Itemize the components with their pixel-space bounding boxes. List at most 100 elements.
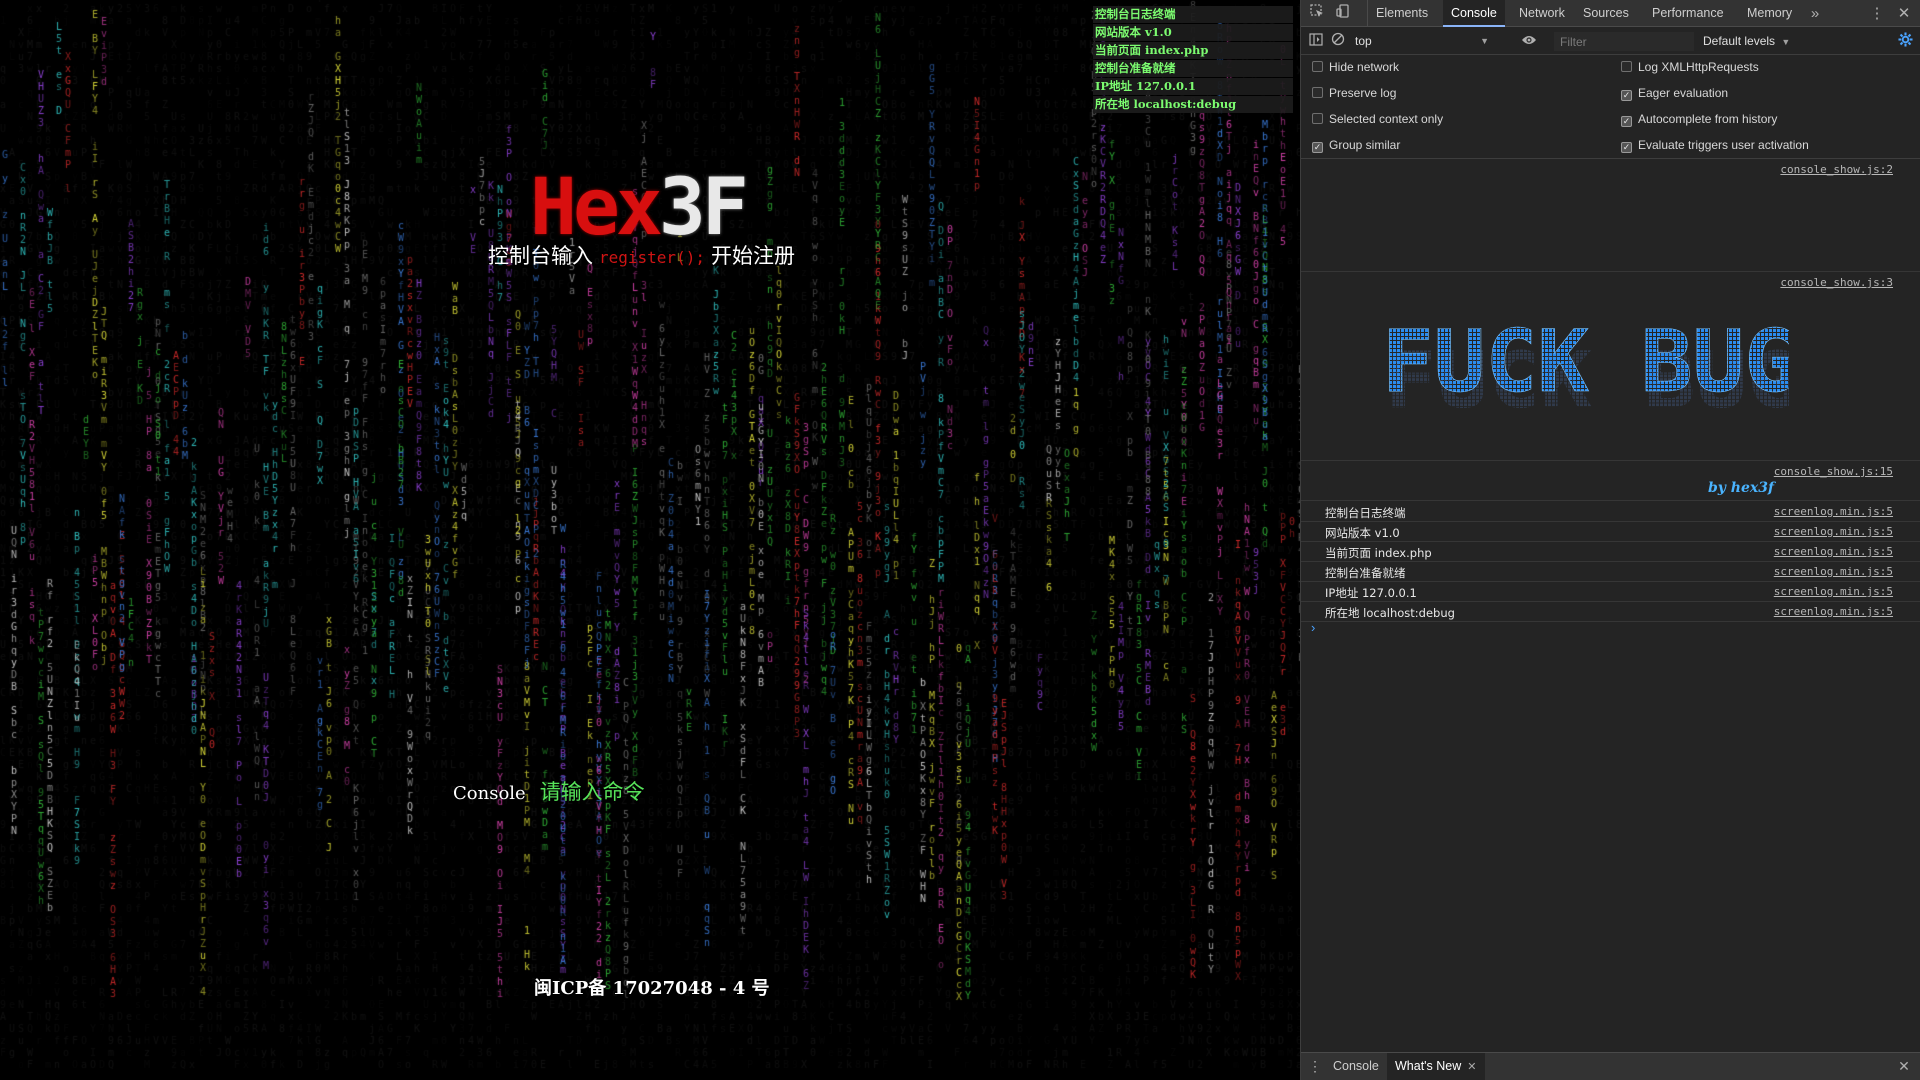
checkbox-label: Eager evaluation (1638, 86, 1729, 100)
command-input[interactable]: 请输入命令 (540, 776, 645, 806)
source-link[interactable]: screenlog.min.js:5 (1774, 605, 1893, 618)
tab-sources[interactable]: Sources (1575, 0, 1637, 27)
screenlog-line: 当前页面 index.php (1093, 42, 1293, 59)
drawer-tab-label: What's New (1395, 1059, 1462, 1073)
tab-console[interactable]: Console (1443, 0, 1505, 27)
checkbox-icon: ✓ (1621, 116, 1632, 127)
dropdown-caret-icon: ▼ (1480, 36, 1489, 46)
web-console-prompt: Console 请输入命令 (453, 776, 645, 806)
clear-console-icon[interactable] (1328, 32, 1348, 51)
source-link[interactable]: screenlog.min.js:5 (1774, 505, 1893, 518)
banner-text: FUCK BUG (1389, 313, 1789, 412)
console-log-row: 所在地 localhost:debug screenlog.min.js:5 (1301, 602, 1920, 622)
screen-log-panel: 控制台日志终端 网站版本 v1.0 当前页面 index.php 控制台准备就绪… (1093, 6, 1293, 114)
screenlog-line: IP地址 127.0.0.1 (1093, 78, 1293, 95)
source-link[interactable]: screenlog.min.js:5 (1774, 565, 1893, 578)
evaluate-triggers-checkbox[interactable]: ✓ Evaluate triggers user activation (1621, 135, 1809, 155)
tab-performance[interactable]: Performance (1644, 0, 1732, 27)
byline-text: by hex3f (1708, 480, 1774, 496)
selected-context-checkbox[interactable]: Selected context only (1312, 109, 1443, 129)
checkbox-icon: ✓ (1621, 90, 1632, 101)
register-hint: 控制台输入 register(); 开始注册 (488, 240, 795, 270)
checkbox-label: Evaluate triggers user activation (1638, 138, 1809, 152)
chevron-double-right-icon[interactable]: » (1805, 4, 1825, 23)
device-toolbar-icon[interactable] (1333, 4, 1353, 23)
console-toolbar: top ▼ Default levels ▼ (1301, 28, 1920, 55)
source-link[interactable]: console_show.js:2 (1780, 163, 1893, 176)
fuck-bug-ascii-banner: FUCK BUG FUCK BUG (1389, 313, 1789, 426)
sidebar-toggle-icon[interactable] (1306, 32, 1326, 51)
autocomplete-history-checkbox[interactable]: ✓ Autocomplete from history (1621, 109, 1777, 129)
log-text: 控制台准备就绪 (1325, 566, 1406, 580)
dropdown-caret-icon: ▼ (1781, 37, 1791, 47)
source-link[interactable]: screenlog.min.js:5 (1774, 545, 1893, 558)
log-xhr-checkbox[interactable]: Log XMLHttpRequests (1621, 57, 1759, 77)
icp-footer: 闽ICP备 17027048 - 4 号 (534, 978, 770, 999)
checkbox-icon (1312, 113, 1323, 124)
screenlog-line: 所在地 localhost:debug (1093, 96, 1293, 113)
live-expression-eye-icon[interactable] (1519, 32, 1539, 51)
console-prompt-caret-icon[interactable]: › (1311, 620, 1315, 635)
close-tab-icon[interactable]: ✕ (1467, 1061, 1476, 1073)
console-settings-gear-icon[interactable] (1895, 32, 1915, 51)
log-levels-select[interactable]: Default levels ▼ (1703, 32, 1790, 51)
checkbox-label: Hide network (1329, 60, 1400, 74)
matrix-rain-background (0, 0, 1300, 1080)
drawer-menu-icon[interactable]: ⋮ (1305, 1057, 1325, 1076)
tab-elements[interactable]: Elements (1367, 0, 1436, 27)
checkbox-label: Log XMLHttpRequests (1638, 60, 1759, 74)
log-text: 当前页面 index.php (1325, 546, 1432, 560)
screenlog-line: 网站版本 v1.0 (1093, 24, 1293, 41)
levels-value: Default levels (1703, 34, 1776, 48)
source-link[interactable]: screenlog.min.js:5 (1774, 585, 1893, 598)
source-link[interactable]: screenlog.min.js:5 (1774, 525, 1893, 538)
preserve-log-checkbox[interactable]: Preserve log (1312, 83, 1396, 103)
tab-network[interactable]: Network (1511, 0, 1573, 27)
console-message-byline: console_show.js:15 by hex3f (1301, 462, 1920, 501)
log-text: IP地址 127.0.0.1 (1325, 586, 1417, 600)
site-logo: Hex3F (530, 168, 749, 248)
hint-code: register(); (599, 248, 705, 267)
checkbox-icon: ✓ (1312, 142, 1323, 153)
filter-input[interactable] (1554, 32, 1694, 51)
hide-network-checkbox[interactable]: Hide network (1312, 57, 1399, 77)
eager-evaluation-checkbox[interactable]: ✓ Eager evaluation (1621, 83, 1728, 103)
checkbox-label: Selected context only (1329, 112, 1444, 126)
console-label: Console (453, 783, 526, 804)
context-value: top (1355, 34, 1372, 48)
console-log-row: 控制台日志终端 screenlog.min.js:5 (1301, 502, 1920, 522)
kebab-menu-icon[interactable]: ⋮ (1867, 4, 1887, 23)
console-log-row: 当前页面 index.php screenlog.min.js:5 (1301, 542, 1920, 562)
source-link[interactable]: console_show.js:15 (1774, 465, 1893, 478)
screenlog-line: 控制台准备就绪 (1093, 60, 1293, 77)
group-similar-checkbox[interactable]: ✓ Group similar (1312, 135, 1400, 155)
hint-after-text: 开始注册 (710, 244, 795, 268)
console-message-banner: console_show.js:3 FUCK BUG FUCK BUG (1301, 273, 1920, 461)
checkbox-label: Autocomplete from history (1638, 112, 1778, 126)
webpage: 控制台日志终端 网站版本 v1.0 当前页面 index.php 控制台准备就绪… (0, 0, 1300, 1080)
context-select[interactable]: top ▼ (1353, 32, 1493, 51)
console-log-row: 网站版本 v1.0 screenlog.min.js:5 (1301, 522, 1920, 542)
console-log-row: IP地址 127.0.0.1 screenlog.min.js:5 (1301, 582, 1920, 602)
checkbox-icon: ✓ (1621, 142, 1632, 153)
tab-memory[interactable]: Memory (1739, 0, 1800, 27)
log-text: 控制台日志终端 (1325, 506, 1406, 520)
hint-before-text: 控制台输入 (488, 244, 593, 268)
close-icon[interactable]: ✕ (1894, 4, 1914, 23)
inspect-element-icon[interactable] (1307, 4, 1327, 23)
checkbox-icon (1312, 87, 1323, 98)
devtools-panel: Elements Console Network Sources Perform… (1300, 0, 1920, 1080)
console-log-row: 控制台准备就绪 screenlog.min.js:5 (1301, 562, 1920, 582)
drawer-tab-whats-new[interactable]: What's New ✕ (1387, 1053, 1485, 1080)
checkbox-icon (1312, 61, 1323, 72)
log-text: 所在地 localhost:debug (1325, 606, 1455, 620)
checkbox-label: Preserve log (1329, 86, 1397, 100)
devtools-tab-bar: Elements Console Network Sources Perform… (1301, 0, 1920, 27)
log-text: 网站版本 v1.0 (1325, 526, 1400, 540)
close-drawer-icon[interactable]: ✕ (1894, 1057, 1914, 1076)
checkbox-label: Group similar (1329, 138, 1401, 152)
drawer-tab-console[interactable]: Console (1325, 1053, 1387, 1080)
source-link[interactable]: console_show.js:3 (1780, 276, 1893, 289)
checkbox-icon (1621, 61, 1632, 72)
devtools-drawer: ⋮ Console What's New ✕ ✕ (1301, 1052, 1920, 1080)
